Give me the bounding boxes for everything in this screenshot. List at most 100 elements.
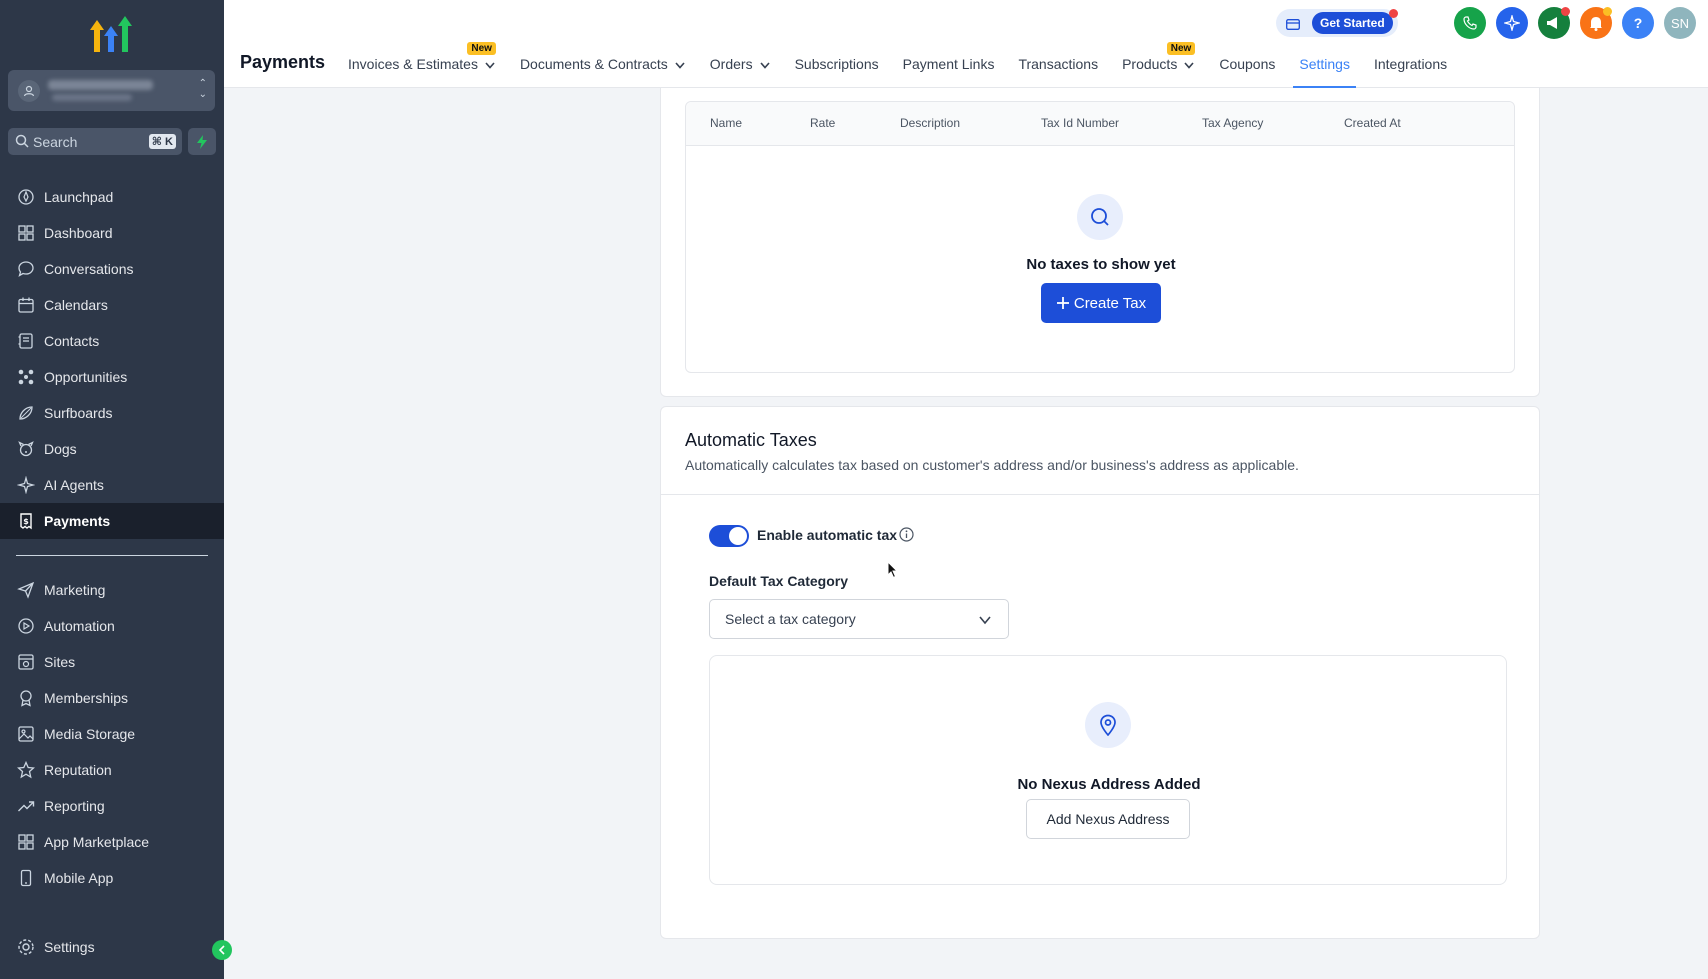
sidebar-item-calendars[interactable]: Calendars <box>0 287 224 323</box>
image-icon <box>16 724 36 744</box>
tab-coupons[interactable]: Coupons <box>1219 52 1275 88</box>
get-started-widget[interactable]: Get Started <box>1276 9 1398 37</box>
chevron-down-icon <box>1183 58 1195 74</box>
sidebar-item-label: Reporting <box>44 798 105 814</box>
account-address-blurred <box>52 94 132 101</box>
sidebar-item-reputation[interactable]: Reputation <box>0 752 224 788</box>
sidebar-item-conversations[interactable]: Conversations <box>0 251 224 287</box>
sidebar-item-marketing[interactable]: Marketing <box>0 572 224 608</box>
sidebar-item-automation[interactable]: Automation <box>0 608 224 644</box>
tab-documents-and-contracts[interactable]: Documents & Contracts <box>520 52 686 88</box>
grid-icon <box>16 832 36 852</box>
notification-dot <box>1389 9 1398 18</box>
info-icon[interactable] <box>899 527 914 547</box>
mobile-icon <box>16 868 36 888</box>
sidebar-item-label: Conversations <box>44 261 134 277</box>
tab-invoices-and-estimates[interactable]: Invoices & Estimates New <box>348 42 496 88</box>
create-tax-button[interactable]: Create Tax <box>1041 283 1161 323</box>
sidebar-item-mobile-app[interactable]: Mobile App <box>0 860 224 896</box>
automatic-taxes-subtitle: Automatically calculates tax based on cu… <box>685 457 1299 473</box>
sidebar-item-label: Calendars <box>44 297 108 313</box>
sidebar-item-label: Launchpad <box>44 189 114 205</box>
tab-label: Invoices & Estimates <box>348 56 478 72</box>
sidebar-item-reporting[interactable]: Reporting <box>0 788 224 824</box>
tab-payment-links[interactable]: Payment Links <box>903 52 995 88</box>
toggle-knob <box>729 527 747 545</box>
automatic-taxes-card: Automatic Taxes Automatically calculates… <box>660 406 1540 939</box>
sidebar-item-media-storage[interactable]: Media Storage <box>0 716 224 752</box>
chevron-down-icon <box>759 58 771 74</box>
lightning-icon <box>197 134 207 149</box>
tab-subscriptions[interactable]: Subscriptions <box>795 52 879 88</box>
sidebar-item-payments[interactable]: $ Payments <box>0 503 224 539</box>
sidebar-item-label: Surfboards <box>44 405 113 421</box>
sidebar-item-label: Settings <box>44 939 95 955</box>
opportunities-icon <box>16 367 36 387</box>
sidebar-item-sites[interactable]: Sites <box>0 644 224 680</box>
taxes-empty-title: No taxes to show yet <box>1026 256 1176 273</box>
sidebar-item-dashboard[interactable]: Dashboard <box>0 215 224 251</box>
sidebar-item-memberships[interactable]: Memberships <box>0 680 224 716</box>
sidebar-item-label: Contacts <box>44 333 100 349</box>
tab-label: Subscriptions <box>794 56 879 72</box>
payments-tabs: Invoices & Estimates New Documents & Contr… <box>348 42 1471 88</box>
add-nexus-address-button[interactable]: Add Nexus Address <box>1026 799 1190 839</box>
sidebar-item-settings[interactable]: Settings <box>0 929 224 965</box>
award-icon <box>16 688 36 708</box>
chevron-up-down-icon: ⌃ ⌄ <box>198 78 207 100</box>
nexus-empty-title: No Nexus Address Added <box>1017 776 1201 793</box>
announcements-button[interactable] <box>1538 7 1570 39</box>
tab-orders[interactable]: Orders <box>710 52 771 88</box>
search-placeholder: Search <box>33 134 78 150</box>
paper-plane-icon <box>16 580 36 600</box>
tab-label: Orders <box>709 56 753 72</box>
tab-integrations[interactable]: Integrations <box>1374 52 1447 88</box>
account-switcher[interactable]: ⌃ ⌄ <box>8 70 215 111</box>
sidebar-item-ai-agents[interactable]: AI Agents <box>0 467 224 503</box>
chevron-down-icon <box>484 58 496 74</box>
automation-icon <box>16 616 36 636</box>
sparkle-icon <box>16 475 36 495</box>
enable-automatic-tax-toggle[interactable] <box>709 525 749 547</box>
create-tax-label: Create Tax <box>1073 294 1147 312</box>
column-tax-agency: Tax Agency <box>1202 116 1264 130</box>
tab-label: Transactions <box>1018 56 1099 72</box>
sidebar-divider <box>16 555 208 556</box>
tab-settings[interactable]: Settings <box>1293 52 1356 88</box>
tab-products[interactable]: Products New <box>1122 42 1196 88</box>
user-avatar[interactable]: SN <box>1664 7 1696 39</box>
search-shortcut: ⌘ K <box>148 134 176 149</box>
sidebar-item-label: Opportunities <box>44 369 128 385</box>
tax-category-select[interactable]: Select a tax category <box>709 599 1009 639</box>
help-button[interactable]: ? <box>1622 7 1654 39</box>
column-tax-id: Tax Id Number <box>1041 116 1120 130</box>
search-input[interactable]: Search ⌘ K <box>8 128 182 155</box>
sidebar-item-launchpad[interactable]: Launchpad <box>0 179 224 215</box>
collapse-sidebar-button[interactable] <box>212 940 232 960</box>
phone-button[interactable] <box>1454 7 1486 39</box>
chevron-down-icon <box>978 613 992 632</box>
sidebar-item-app-marketplace[interactable]: App Marketplace <box>0 824 224 860</box>
map-pin-icon <box>1085 702 1131 748</box>
account-name-blurred <box>48 80 153 90</box>
get-started-button[interactable]: Get Started <box>1312 12 1393 34</box>
notifications-button[interactable] <box>1580 7 1612 39</box>
automatic-taxes-header: Automatic Taxes Automatically calculates… <box>661 407 1539 495</box>
sidebar-item-contacts[interactable]: Contacts <box>0 323 224 359</box>
sidebar-item-dogs[interactable]: Dogs <box>0 431 224 467</box>
sidebar-item-label: Memberships <box>44 690 129 706</box>
app-logo[interactable] <box>88 14 134 56</box>
tab-transactions[interactable]: Transactions <box>1018 52 1098 88</box>
notification-dot <box>1603 7 1612 16</box>
sidebar-item-label: Marketing <box>44 582 106 598</box>
quick-actions-button[interactable] <box>188 128 216 155</box>
search-icon <box>15 134 29 153</box>
sidebar-item-label: Dashboard <box>44 225 113 241</box>
sidebar-item-label: AI Agents <box>44 477 104 493</box>
ai-assistant-button[interactable] <box>1496 7 1528 39</box>
automatic-taxes-title: Automatic Taxes <box>685 430 817 450</box>
sidebar-item-surfboards[interactable]: Surfboards <box>0 395 224 431</box>
nexus-address-panel: No Nexus Address Added Add Nexus Address <box>709 655 1507 885</box>
sidebar-item-opportunities[interactable]: Opportunities <box>0 359 224 395</box>
sidebar-item-label: Media Storage <box>44 726 136 742</box>
